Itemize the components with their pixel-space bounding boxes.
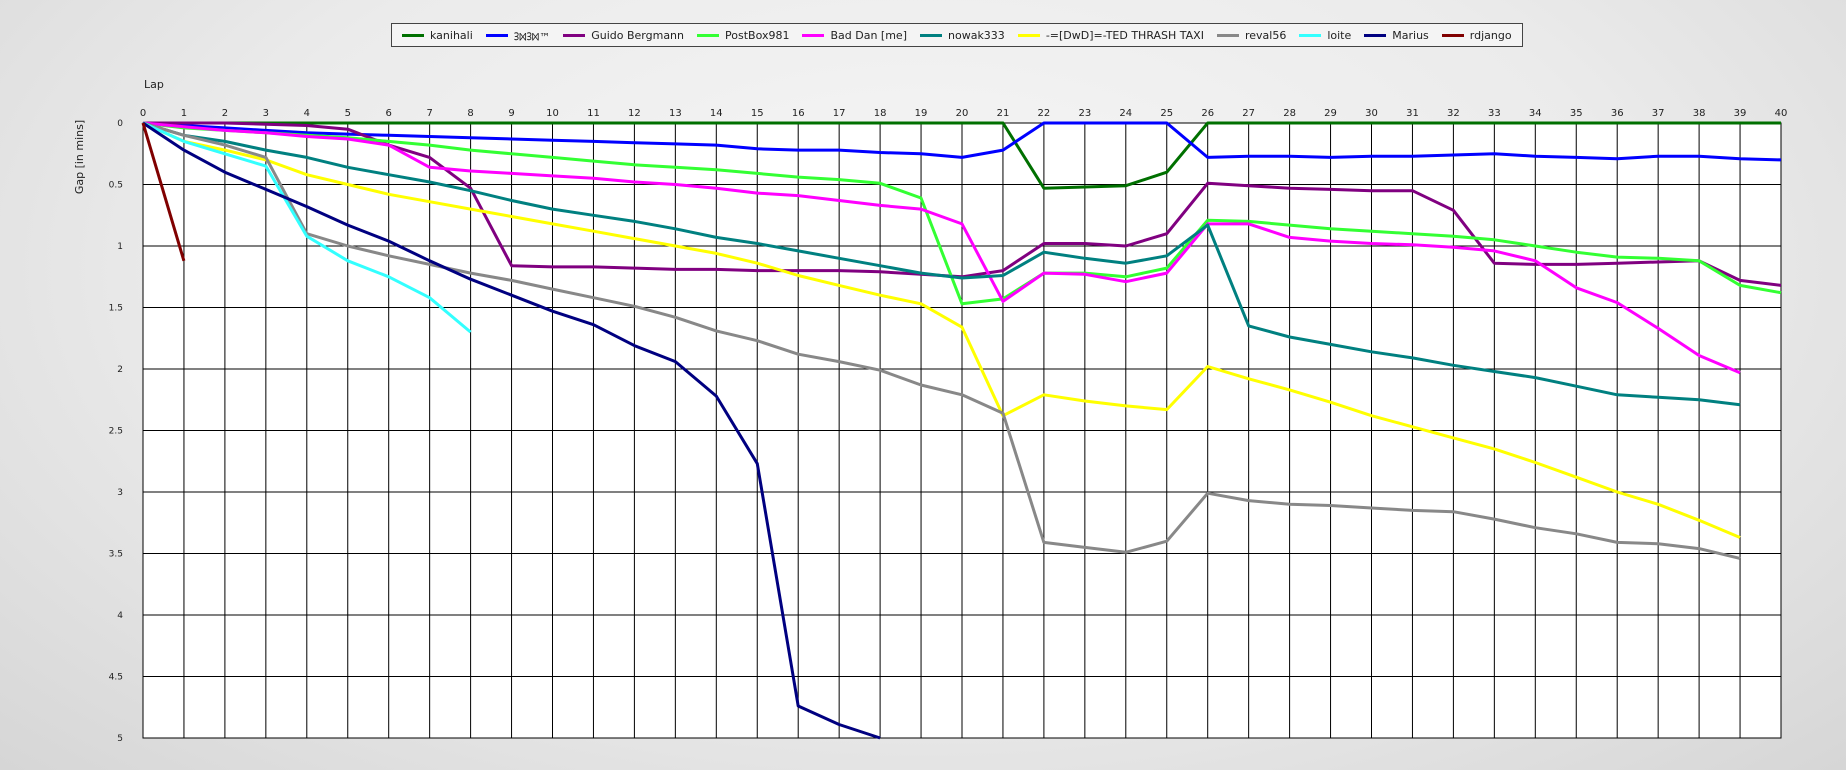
y-tick-label: 5 (117, 734, 123, 744)
y-tick-labels: 0 0.5 1 1.5 2 2.5 3 3.5 4 4.5 5 (109, 119, 124, 744)
x-tick-label: 8 (467, 108, 473, 119)
x-tick-label: 23 (1078, 108, 1091, 119)
x-tick-label: 15 (751, 108, 764, 119)
y-tick-label: 0.5 (109, 181, 123, 191)
x-tick-label: 35 (1570, 108, 1583, 119)
x-tick-label: 5 (345, 108, 351, 119)
x-tick-label: 0 (140, 108, 146, 119)
gap-chart: 0 1 2 3 4 5 6 7 8 9 10 11 12 13 14 15 16 17 18 19 20 21 22 23 24… (73, 78, 1788, 744)
x-tick-label: 17 (833, 108, 846, 119)
x-tick-label: 20 (956, 108, 969, 119)
x-tick-label: 25 (1160, 108, 1173, 119)
y-tick-label: 0 (117, 119, 123, 129)
y-tick-label: 3 (117, 488, 123, 498)
x-tick-label: 31 (1406, 108, 1419, 119)
x-tick-label: 33 (1488, 108, 1501, 119)
x-tick-label: 29 (1324, 108, 1337, 119)
x-tick-label: 22 (1038, 108, 1051, 119)
x-tick-label: 27 (1242, 108, 1255, 119)
x-tick-label: 19 (915, 108, 928, 119)
x-tick-label: 10 (546, 108, 559, 119)
y-tick-label: 4.5 (109, 673, 123, 683)
x-tick-label: 1 (181, 108, 187, 119)
x-tick-label: 28 (1283, 108, 1296, 119)
y-tick-label: 3.5 (109, 550, 123, 560)
x-tick-label: 32 (1447, 108, 1460, 119)
y-tick-label: 1.5 (109, 304, 123, 314)
x-tick-label: 13 (669, 108, 682, 119)
x-tick-label: 3 (263, 108, 269, 119)
x-tick-label: 40 (1775, 108, 1788, 119)
y-tick-label: 2 (117, 365, 123, 375)
x-tick-label: 7 (426, 108, 432, 119)
x-tick-label: 37 (1652, 108, 1665, 119)
x-tick-label: 9 (508, 108, 514, 119)
grid-lines (142, 122, 1782, 739)
x-tick-label: 18 (874, 108, 887, 119)
x-tick-label: 39 (1734, 108, 1747, 119)
x-tick-label: 38 (1693, 108, 1706, 119)
x-tick-label: 2 (222, 108, 228, 119)
x-tick-label: 16 (792, 108, 805, 119)
x-tick-label: 4 (304, 108, 310, 119)
x-tick-label: 12 (628, 108, 641, 119)
x-tick-label: 30 (1365, 108, 1378, 119)
x-tick-label: 6 (386, 108, 392, 119)
x-tick-labels: 0 1 2 3 4 5 6 7 8 9 10 11 12 13 14 15 16 17 18 19 20 21 22 23 24… (140, 108, 1788, 119)
x-tick-label: 21 (997, 108, 1010, 119)
y-tick-label: 2.5 (109, 427, 123, 437)
x-tick-label: 14 (710, 108, 723, 119)
x-tick-label: 36 (1611, 108, 1624, 119)
y-axis-label: Gap [in mins] (73, 120, 86, 194)
y-tick-label: 1 (117, 242, 123, 252)
x-tick-label: 24 (1119, 108, 1132, 119)
x-tick-label: 11 (587, 108, 600, 119)
x-tick-label: 34 (1529, 108, 1542, 119)
x-axis-label: Lap (144, 78, 164, 91)
y-tick-label: 4 (117, 611, 123, 621)
x-tick-label: 26 (1201, 108, 1214, 119)
